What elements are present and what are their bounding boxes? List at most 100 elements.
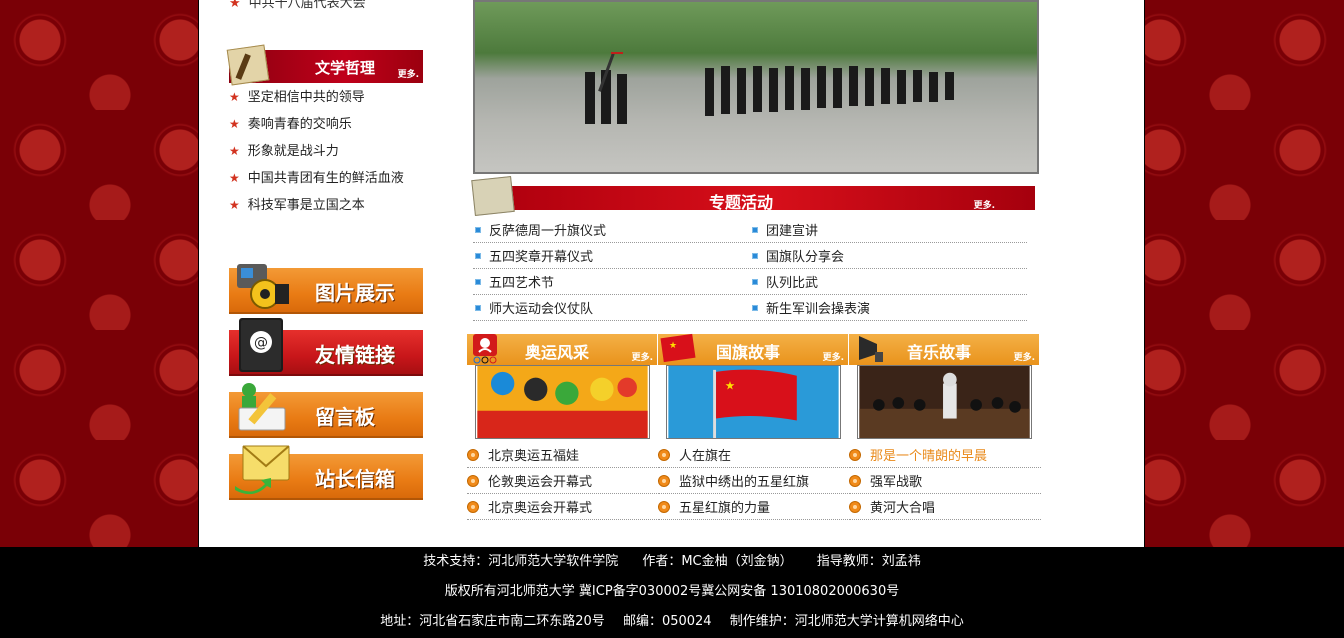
list-item[interactable]: ★ 奏响青春的交响乐 — [229, 115, 404, 142]
list-item[interactable]: ★ 坚定相信中共的领导 — [229, 88, 404, 115]
list-item-label: 科技军事是立国之本 — [247, 198, 365, 213]
beijing-olympic-emblem-icon — [473, 334, 497, 364]
svg-text:★: ★ — [725, 378, 735, 392]
topic-link[interactable]: 队列比武 — [750, 269, 1027, 294]
list-item-label: 北京奥运会开幕式 — [488, 501, 593, 516]
topic-link[interactable]: 师大运动会仪仗队 — [473, 295, 750, 320]
star-icon: ★ — [229, 0, 241, 11]
gramophone-icon — [859, 336, 883, 362]
card-title: 奥运风采 — [525, 343, 590, 362]
svg-text:★: ★ — [669, 341, 677, 351]
square-bullet-icon — [475, 252, 481, 259]
list-item-label: 监狱中绣出的五星红旗 — [679, 475, 810, 490]
square-bullet-icon — [752, 278, 758, 285]
star-icon: ★ — [229, 90, 240, 104]
fuwa-mascots-image[interactable] — [475, 365, 650, 439]
list-item-label: 那是一个晴朗的早晨 — [870, 449, 988, 464]
maintainer-text: 制作维护：河北师范大学计算机网络中心 — [729, 614, 964, 629]
list-item[interactable]: ★ 中国共青团有生的鲜活血液 — [229, 169, 404, 196]
topic-link[interactable]: 新生军训会操表演 — [750, 295, 1027, 320]
scroll-paper-icon — [226, 44, 270, 86]
list-item-label: 中国共青团有生的鲜活血液 — [247, 171, 404, 186]
list-item-label: 中共十八届代表大会 — [248, 0, 366, 11]
list-item[interactable]: 黄河大合唱 — [849, 494, 1041, 520]
orange-bullet-icon — [467, 500, 479, 513]
orange-bullet-icon — [658, 500, 670, 513]
list-item[interactable]: 北京奥运会开幕式 — [467, 494, 659, 520]
orchestra-image[interactable] — [857, 365, 1032, 439]
marching-soldiers-image — [585, 52, 954, 124]
list-item[interactable]: ★ 形象就是战斗力 — [229, 142, 404, 169]
topic-link[interactable]: 国旗队分享会 — [750, 243, 1027, 268]
more-link[interactable]: 更多. — [1014, 350, 1035, 363]
square-bullet-icon — [752, 226, 758, 233]
list-item-label: 人在旗在 — [679, 449, 732, 464]
photo-gallery-button[interactable]: 图片展示 — [229, 264, 423, 314]
topic-label: 五四艺术节 — [489, 276, 555, 291]
topic-link[interactable]: 反萨德周一升旗仪式 — [473, 217, 750, 242]
card-list: 北京奥运五福娃 伦敦奥运会开幕式 北京奥运会开幕式 — [467, 442, 659, 520]
more-link[interactable]: 更多. — [632, 350, 653, 363]
list-item-label: 北京奥运五福娃 — [488, 449, 580, 464]
orange-bullet-icon — [658, 448, 670, 461]
topic-row: 五四奖章开幕仪式 国旗队分享会 — [473, 243, 1027, 269]
square-bullet-icon — [475, 226, 481, 233]
card-header: 奥运风采 更多. — [467, 334, 657, 365]
card-header: ★ 国旗故事 更多. — [658, 333, 848, 365]
orange-bullet-icon — [849, 448, 861, 461]
topic-activity-grid: 反萨德周一升旗仪式 团建宣讲 五四奖章开幕仪式 国旗队分享会 五四艺术节 队列比… — [473, 217, 1027, 321]
list-item[interactable]: 那是一个晴朗的早晨 — [849, 442, 1041, 468]
topic-label: 五四奖章开幕仪式 — [489, 250, 594, 265]
message-board-button[interactable]: 留言板 — [229, 383, 423, 438]
nav-label: 站长信箱 — [315, 467, 395, 491]
honor-guard-photo — [473, 0, 1039, 174]
nav-label: 留言板 — [315, 405, 375, 429]
orange-bullet-icon — [849, 474, 861, 487]
topic-row: 反萨德周一升旗仪式 团建宣讲 — [473, 217, 1027, 243]
philosophy-list: ★ 坚定相信中共的领导 ★ 奏响青春的交响乐 ★ 形象就是战斗力 ★ 中国共青团有生的鲜… — [229, 88, 404, 223]
topic-row: 五四艺术节 队列比武 — [473, 269, 1027, 295]
friend-links-button[interactable]: @ 友情链接 — [229, 318, 423, 376]
topic-label: 队列比武 — [766, 276, 819, 291]
list-item[interactable]: 北京奥运五福娃 — [467, 442, 659, 468]
svg-text:@: @ — [254, 335, 268, 351]
orange-bullet-icon — [658, 474, 670, 487]
flag-waving-image[interactable]: ★ — [666, 365, 841, 439]
list-item[interactable]: ★ 科技军事是立国之本 — [229, 196, 404, 223]
olympic-card: 奥运风采 更多. 北京奥运五福娃 伦敦奥运会开幕式 北京奥运会开幕式 — [467, 334, 659, 520]
address-book-icon: @ — [239, 318, 283, 372]
square-bullet-icon — [475, 278, 481, 285]
list-item-label: 伦敦奥运会开幕式 — [488, 475, 593, 490]
list-item[interactable]: 五星红旗的力量 — [658, 494, 850, 520]
star-icon: ★ — [229, 144, 240, 158]
topic-link[interactable]: 五四奖章开幕仪式 — [473, 243, 750, 268]
music-story-card: 音乐故事 更多. 那是一个晴朗的早晨 强军战歌 黄河大合唱 — [849, 334, 1041, 520]
list-item[interactable]: 人在旗在 — [658, 442, 850, 468]
list-item[interactable]: 监狱中绣出的五星红旗 — [658, 468, 850, 494]
tech-support-text: 技术支持：河北师范大学软件学院 — [423, 554, 619, 569]
notepad-pencil-icon — [238, 383, 286, 431]
list-item[interactable]: 强军战歌 — [849, 468, 1041, 494]
square-bullet-icon — [752, 304, 758, 311]
china-flag-icon: ★ — [660, 333, 696, 363]
list-item-label: 奏响青春的交响乐 — [247, 117, 352, 132]
truncated-list-item[interactable]: ★ 中共十八届代表大会 — [229, 0, 366, 11]
more-link[interactable]: 更多. — [823, 350, 844, 363]
square-bullet-icon — [475, 304, 481, 311]
camera-film-icon — [237, 264, 289, 309]
footer-copyright: 版权所有河北师范大学 冀ICP备字030002号冀公网安备 1301080200… — [444, 584, 900, 599]
map-icon — [471, 176, 515, 216]
card-list: 人在旗在 监狱中绣出的五星红旗 五星红旗的力量 — [658, 442, 850, 520]
list-item-label: 五星红旗的力量 — [679, 501, 771, 516]
more-link[interactable]: 更多. — [974, 198, 995, 211]
topic-link[interactable]: 团建宣讲 — [750, 217, 1027, 242]
topic-link[interactable]: 五四艺术节 — [473, 269, 750, 294]
orange-bullet-icon — [467, 448, 479, 461]
topic-label: 团建宣讲 — [766, 224, 819, 239]
webmaster-mailbox-button[interactable]: 站长信箱 — [229, 445, 423, 500]
list-item[interactable]: 伦敦奥运会开幕式 — [467, 468, 659, 494]
national-flag-card: ★ 国旗故事 更多. ★ 人在旗在 监狱中绣出的五星红旗 五星红旗的力量 — [658, 333, 850, 520]
square-bullet-icon — [752, 252, 758, 259]
more-link[interactable]: 更多. — [398, 67, 419, 80]
topic-label: 国旗队分享会 — [766, 250, 845, 265]
